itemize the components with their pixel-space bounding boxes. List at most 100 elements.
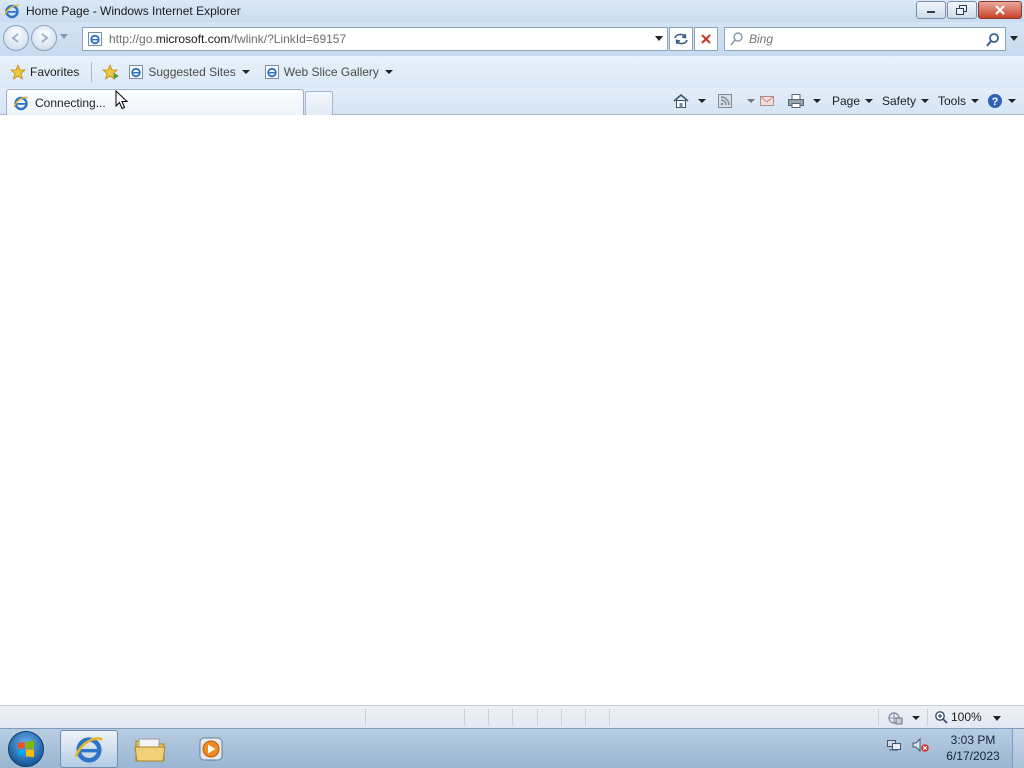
ie-page-icon [88, 32, 102, 46]
status-divider [609, 709, 610, 726]
favorites-label: Favorites [30, 65, 80, 79]
web-slice-gallery-link[interactable]: Web Slice Gallery [260, 60, 397, 84]
zoom-dropdown-icon[interactable] [993, 716, 1001, 722]
back-button[interactable] [3, 25, 29, 51]
read-mail-button[interactable] [759, 88, 775, 114]
favorites-star-icon [10, 64, 26, 80]
forward-arrow-icon [41, 33, 49, 43]
minimize-icon [927, 11, 935, 13]
chevron-down-icon [241, 70, 250, 74]
volume-muted-icon[interactable] [912, 737, 930, 753]
status-divider [464, 709, 465, 726]
navigation-bar: http://go.microsoft.com/fwlink/?LinkId=6… [0, 22, 1024, 56]
windows-logo-icon [18, 740, 34, 758]
help-button[interactable]: ? [987, 88, 1016, 114]
url-path: /fwlink/?LinkId=69157 [230, 32, 347, 46]
close-button[interactable] [978, 1, 1022, 19]
home-button[interactable] [672, 88, 706, 114]
restore-icon [956, 5, 967, 15]
forward-button[interactable] [31, 25, 57, 51]
ie-logo-icon [74, 737, 103, 763]
tab-connecting[interactable]: Connecting... [6, 89, 304, 115]
add-favorite-star-icon [102, 64, 120, 80]
status-divider [927, 709, 928, 726]
tab-label: Connecting... [35, 95, 106, 110]
chevron-down-icon [912, 716, 920, 720]
minimize-button[interactable] [916, 1, 946, 19]
svg-text:?: ? [992, 96, 999, 108]
search-input[interactable] [749, 29, 989, 49]
status-divider [561, 709, 562, 726]
help-question-icon: ? [988, 94, 1002, 108]
ie-logo-icon [13, 96, 29, 110]
media-player-icon [199, 737, 223, 761]
status-divider [585, 709, 586, 726]
safety-menu-label: Safety [882, 94, 917, 108]
show-desktop-button[interactable] [1012, 729, 1024, 768]
address-dropdown-icon[interactable] [655, 36, 663, 42]
protected-mode-indicator[interactable] [886, 710, 920, 726]
search-magnifier-icon[interactable] [985, 32, 1001, 48]
restore-button[interactable] [947, 1, 977, 19]
back-arrow-icon [11, 33, 19, 43]
chevron-down-icon [384, 70, 393, 74]
page-content-area[interactable] [0, 116, 1024, 705]
taskbar-clock[interactable]: 3:03 PM 6/17/2023 [940, 732, 1006, 764]
chevron-down-icon [971, 99, 980, 103]
mouse-pointer-icon [115, 90, 129, 110]
stop-x-icon [701, 34, 711, 44]
feeds-button[interactable] [717, 88, 755, 114]
chevron-down-icon [921, 99, 930, 103]
zoom-magnifier-icon [935, 711, 948, 724]
zoom-level-button[interactable]: 100% [934, 710, 982, 724]
bing-search-logo-icon [730, 32, 743, 46]
windows-taskbar: 3:03 PM 6/17/2023 [0, 728, 1024, 768]
start-button[interactable] [8, 731, 44, 767]
favorites-bar: Favorites Suggested Sites Web Slice Gall… [0, 56, 1024, 88]
window-title: Home Page - Windows Internet Explorer [26, 4, 241, 18]
protected-mode-icon [888, 712, 903, 725]
recent-pages-dropdown-icon[interactable] [60, 34, 68, 40]
rss-feed-icon [718, 94, 732, 108]
tools-menu[interactable]: Tools [938, 88, 980, 114]
search-box[interactable] [724, 27, 1006, 51]
tools-menu-label: Tools [938, 94, 967, 108]
title-bar[interactable]: Home Page - Windows Internet Explorer [0, 0, 1024, 22]
zoom-level: 100% [951, 710, 982, 724]
url-prefix: http://go. [109, 32, 156, 46]
address-url[interactable]: http://go.microsoft.com/fwlink/?LinkId=6… [109, 32, 346, 46]
favorites-button[interactable]: Favorites [6, 60, 83, 84]
stop-button[interactable] [694, 27, 718, 51]
taskbar-windows-explorer[interactable] [121, 730, 179, 768]
ie-page-icon [264, 65, 279, 79]
address-bar[interactable]: http://go.microsoft.com/fwlink/?LinkId=6… [82, 27, 668, 51]
ie-logo-icon [4, 4, 20, 19]
safety-menu[interactable]: Safety [882, 88, 930, 114]
network-icon[interactable] [886, 737, 902, 753]
tab-and-command-bar: Connecting... Page Safety Tools ? [0, 88, 1024, 115]
new-tab-button[interactable] [305, 91, 333, 115]
home-icon [673, 94, 689, 108]
close-icon [995, 5, 1005, 15]
suggested-sites-link[interactable]: Suggested Sites [124, 60, 253, 84]
taskbar-internet-explorer[interactable] [60, 730, 118, 768]
ie-page-icon [129, 65, 144, 79]
separator [91, 62, 93, 82]
chevron-down-icon [747, 99, 755, 103]
search-options-dropdown-icon[interactable] [1010, 36, 1018, 42]
status-divider [365, 709, 366, 726]
chevron-down-icon [865, 99, 874, 103]
web-slice-gallery-label: Web Slice Gallery [283, 65, 379, 79]
page-menu[interactable]: Page [832, 88, 874, 114]
status-divider [488, 709, 489, 726]
refresh-button[interactable] [669, 27, 693, 51]
chevron-down-icon [698, 99, 706, 103]
print-button[interactable] [787, 88, 821, 114]
add-to-favorites-bar-button[interactable] [98, 60, 124, 84]
status-divider [537, 709, 538, 726]
mail-envelope-icon [760, 96, 774, 106]
folder-icon [134, 738, 166, 762]
taskbar-media-player[interactable] [182, 730, 240, 768]
url-domain: microsoft.com [155, 32, 231, 46]
status-bar: 100% [0, 705, 1024, 728]
